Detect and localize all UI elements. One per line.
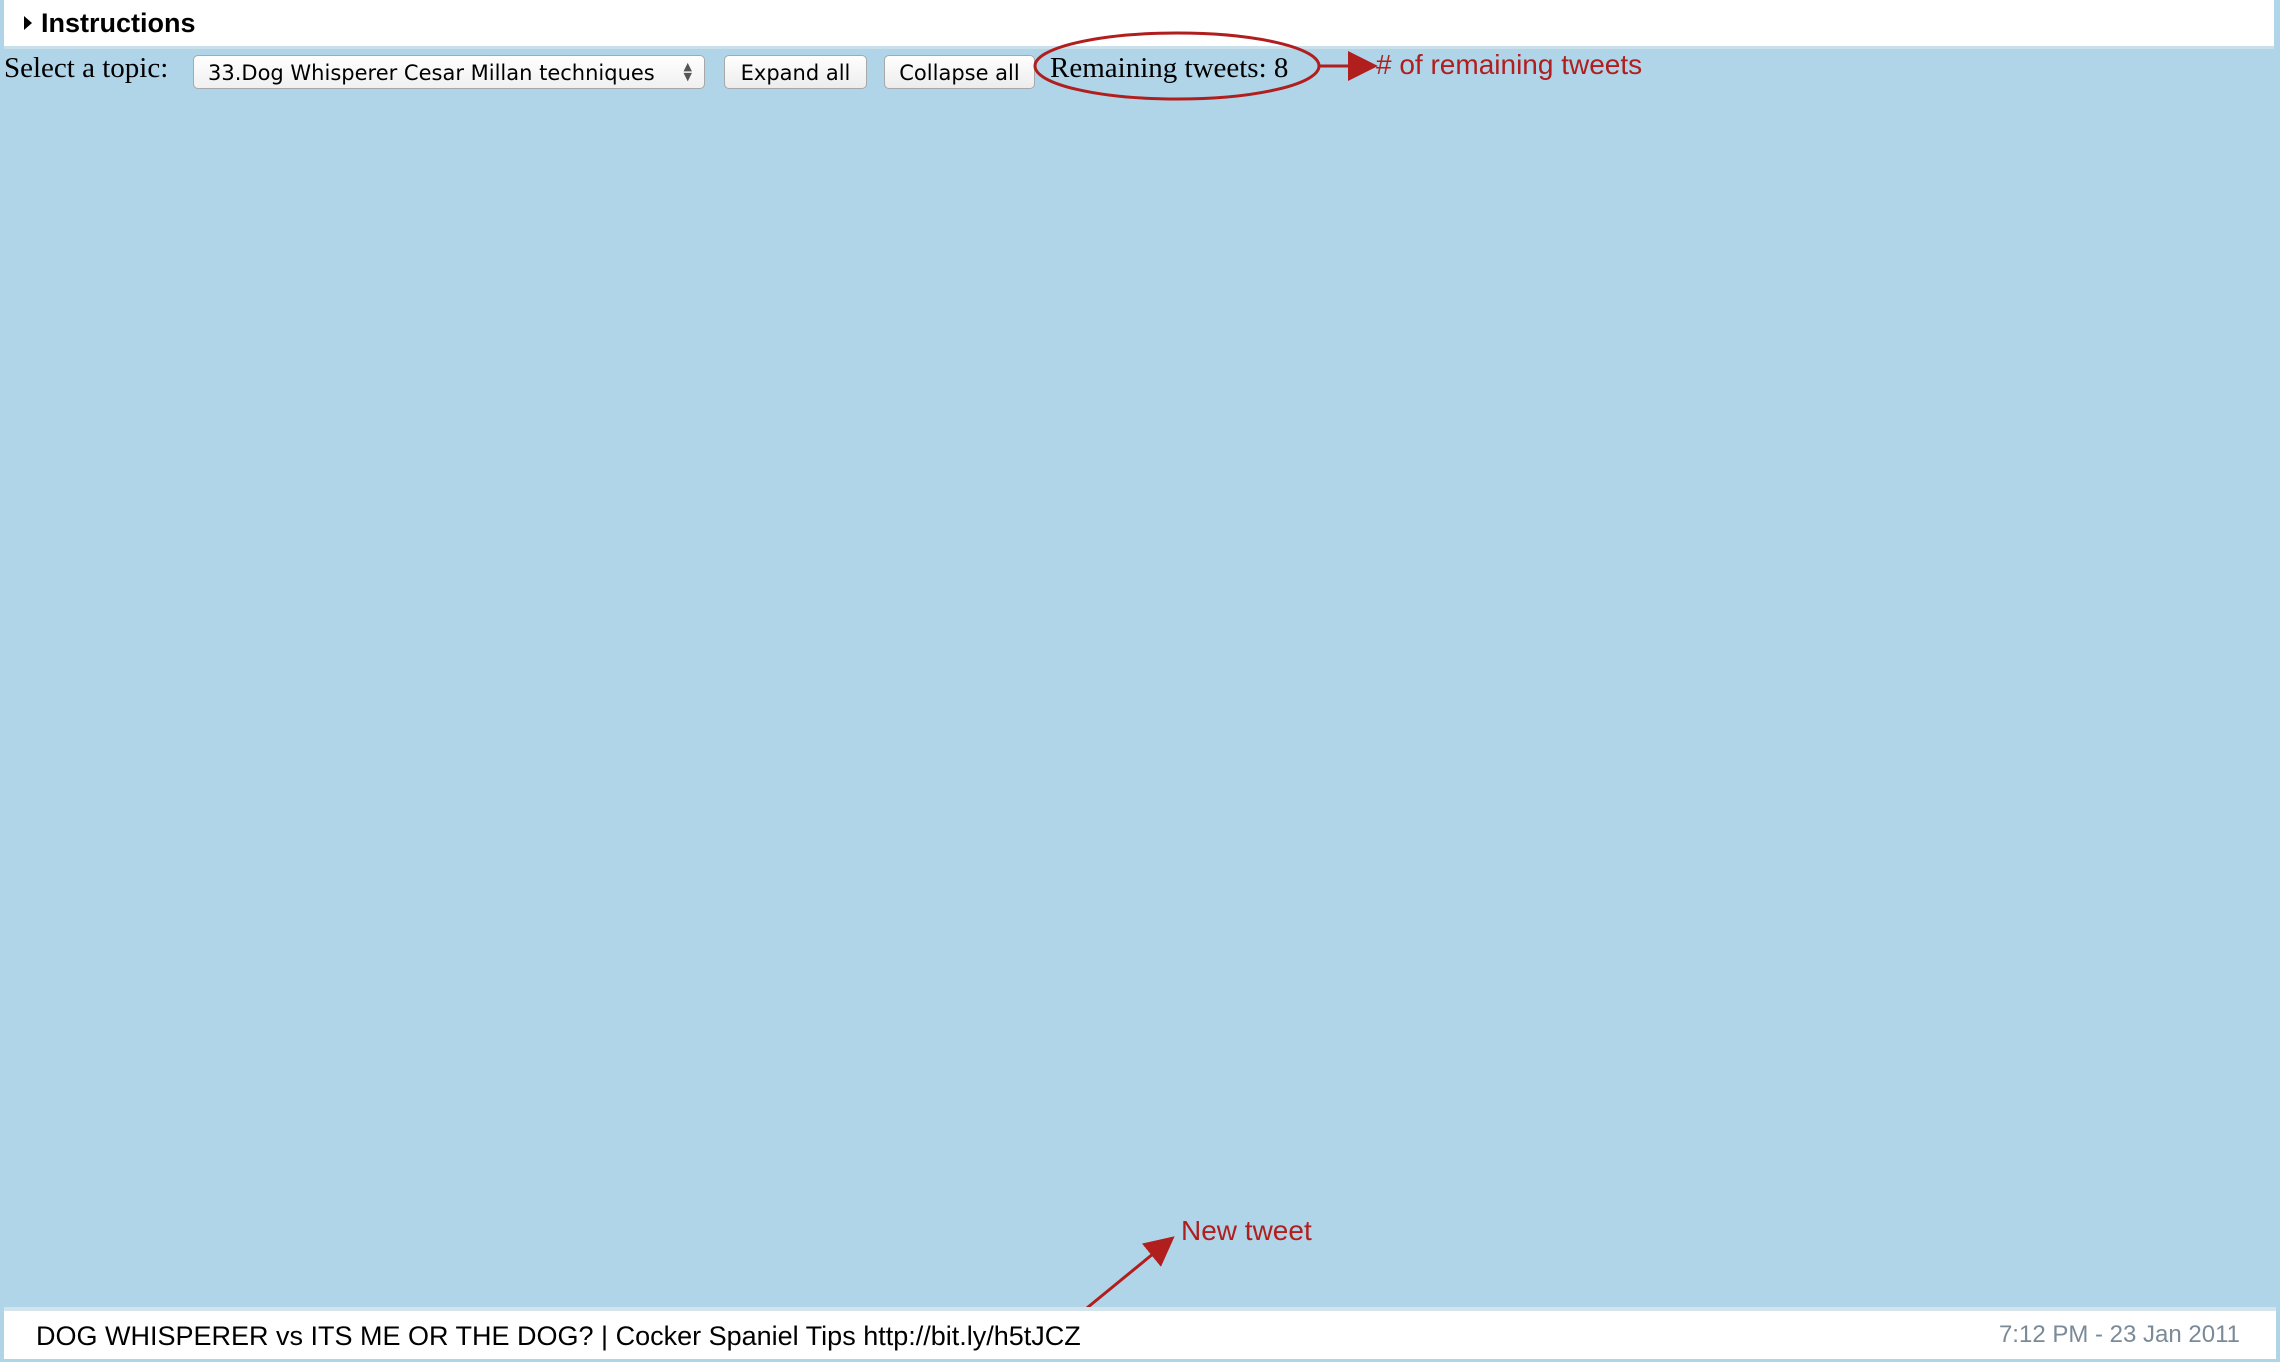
annotation-remaining-note: # of remaining tweets — [1376, 49, 1643, 80]
tweet-text: DOG WHISPERER vs ITS ME OR THE DOG? | Co… — [36, 1321, 1081, 1351]
annotation-new-tweet-note: New tweet — [1181, 1215, 1312, 1246]
annotation-ellipse — [1033, 31, 1321, 101]
annotation-arrow-new-tweet — [1081, 1236, 1175, 1314]
tweet-item[interactable]: DOG WHISPERER vs ITS ME OR THE DOG? | Co… — [4, 1307, 2276, 1359]
annotation-overlay — [1033, 31, 1378, 1314]
tweet-timestamp: 7:12 PM - 23 Jan 2011 — [1998, 1321, 2240, 1348]
